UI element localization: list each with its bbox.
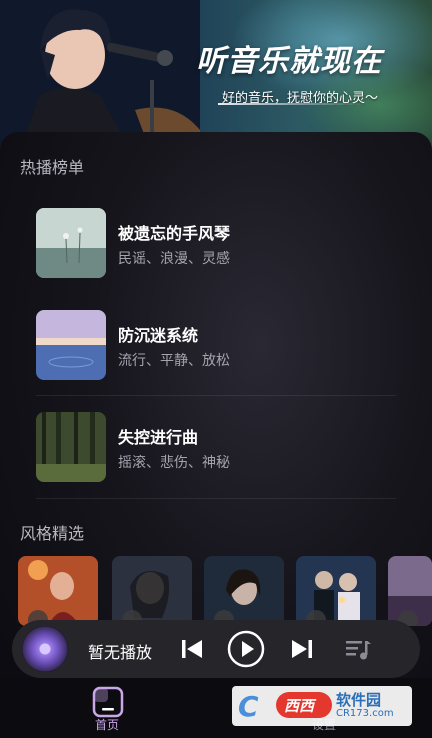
watermark-badge-text: 西西 xyxy=(284,697,315,715)
song-item[interactable]: 防沉迷系统 流行、平静、放松 xyxy=(36,310,396,382)
previous-icon[interactable] xyxy=(176,633,208,665)
hero-banner: 听音乐就现在 好的音乐，抚慰你的心灵～ xyxy=(0,0,432,150)
hero-underline xyxy=(218,103,368,105)
nav-home-label[interactable]: 首页 xyxy=(95,716,119,733)
song-tags: 民谣、浪漫、灵感 xyxy=(118,251,230,267)
watermark-logo: C 西西 软件园 CR173.com xyxy=(232,686,412,726)
couple-card[interactable] xyxy=(296,556,376,626)
watermark-name: 软件园 xyxy=(336,691,382,709)
song-name: 防沉迷系统 xyxy=(118,326,199,345)
hot-chart-title: 热播榜单 xyxy=(20,158,85,177)
disc-icon[interactable] xyxy=(22,626,68,672)
singer-illustration xyxy=(0,0,200,150)
watermark-mark: C xyxy=(238,690,259,723)
hero-title: 听音乐就现在 xyxy=(196,44,382,79)
partial-card[interactable] xyxy=(388,556,432,626)
song-name: 失控进行曲 xyxy=(118,428,199,447)
song-name: 被遗忘的手风琴 xyxy=(118,224,231,243)
forest-cover xyxy=(36,412,106,482)
mini-player[interactable]: 暂无播放 xyxy=(12,620,420,678)
song-item[interactable]: 被遗忘的手风琴 民谣、浪漫、灵感 xyxy=(36,208,396,280)
next-icon[interactable] xyxy=(286,633,318,665)
styles-title: 风格精选 xyxy=(20,524,85,543)
watermark-badge: 西西 xyxy=(276,692,332,718)
now-playing-text: 暂无播放 xyxy=(88,643,153,662)
play-icon[interactable] xyxy=(226,629,266,669)
style-picks-row xyxy=(18,556,432,626)
misty-field-cover xyxy=(36,208,106,278)
divider xyxy=(36,498,396,499)
watermark-url: CR173.com xyxy=(336,708,394,719)
sunset-lake-cover xyxy=(36,310,106,380)
divider xyxy=(36,395,396,396)
song-item[interactable]: 失控进行曲 摇滚、悲伤、神秘 xyxy=(36,412,396,484)
woman-singer-card[interactable] xyxy=(112,556,192,626)
song-tags: 摇滚、悲伤、神秘 xyxy=(118,455,230,471)
song-tags: 流行、平静、放松 xyxy=(118,353,230,369)
portrait-card[interactable] xyxy=(204,556,284,626)
playlist-icon[interactable] xyxy=(342,633,374,665)
stage-singer-card[interactable] xyxy=(18,556,98,626)
